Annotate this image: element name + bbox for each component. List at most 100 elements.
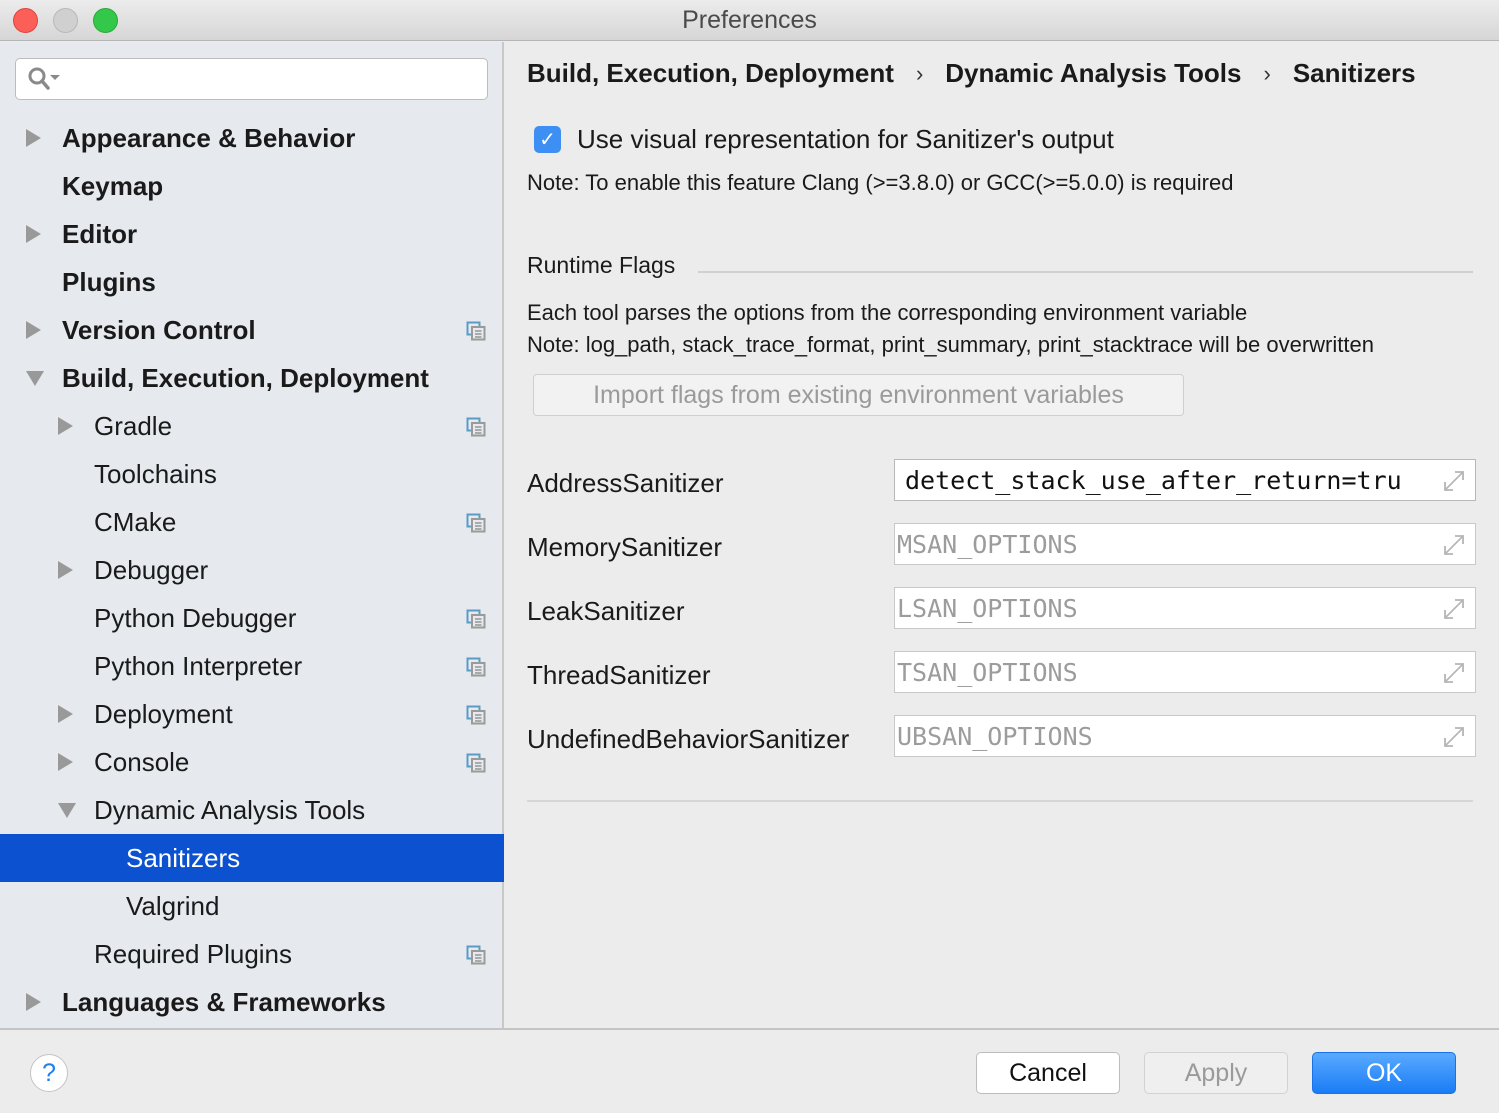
breadcrumb-item: Build, Execution, Deployment bbox=[527, 58, 894, 88]
ok-button[interactable]: OK bbox=[1312, 1052, 1456, 1094]
sidebar-item-label: Appearance & Behavior bbox=[62, 122, 356, 153]
expand-icon[interactable] bbox=[1441, 724, 1467, 750]
runtime-flags-title: Runtime Flags bbox=[527, 252, 676, 278]
project-settings-icon bbox=[466, 609, 486, 629]
collapsed-arrow-icon[interactable] bbox=[58, 705, 73, 723]
sidebar-item-label: Languages & Frameworks bbox=[62, 986, 386, 1017]
sidebar-item-label: Toolchains bbox=[94, 458, 217, 489]
undefinedbehaviorsanitizer-options-field[interactable] bbox=[894, 715, 1476, 757]
leaksanitizer-label: LeakSanitizer bbox=[527, 596, 685, 626]
project-settings-icon bbox=[466, 513, 486, 533]
project-settings-icon bbox=[466, 753, 486, 773]
compiler-requirement-note: Note: To enable this feature Clang (>=3.… bbox=[527, 170, 1234, 195]
breadcrumb-separator: › bbox=[915, 60, 924, 86]
sidebar-item-required-plugins[interactable]: Required Plugins bbox=[0, 930, 504, 978]
memorysanitizer-options-field[interactable] bbox=[894, 523, 1476, 565]
threadsanitizer-options-field[interactable] bbox=[894, 651, 1476, 693]
search-icon[interactable] bbox=[26, 65, 62, 93]
sidebar-item-label: Sanitizers bbox=[126, 842, 241, 873]
expand-icon[interactable] bbox=[1441, 532, 1467, 558]
sidebar-item-label: Python Debugger bbox=[94, 602, 297, 633]
breadcrumb-separator: › bbox=[1263, 60, 1271, 86]
settings-tree: Appearance & Behavior Keymap Editor Plugins… bbox=[0, 114, 504, 1026]
leaksanitizer-options-field[interactable] bbox=[894, 587, 1476, 629]
sidebar-item-label: Keymap bbox=[62, 170, 164, 201]
undefinedbehaviorsanitizer-label: UndefinedBehaviorSanitizer bbox=[527, 724, 850, 754]
help-button[interactable]: ? bbox=[30, 1054, 68, 1092]
breadcrumb: Build, Execution, Deployment › Dynamic A… bbox=[527, 58, 1416, 89]
breadcrumb-item: Dynamic Analysis Tools bbox=[945, 58, 1242, 88]
leaksanitizer-options-input[interactable] bbox=[897, 588, 1435, 628]
addresssanitizer-options-field[interactable] bbox=[894, 459, 1476, 501]
collapsed-arrow-icon[interactable] bbox=[26, 993, 41, 1011]
sidebar-item-build-execution-deployment[interactable]: Build, Execution, Deployment bbox=[0, 354, 504, 402]
expanded-arrow-icon[interactable] bbox=[58, 803, 76, 818]
sidebar-item-valgrind[interactable]: Valgrind bbox=[0, 882, 504, 930]
collapsed-arrow-icon[interactable] bbox=[26, 225, 41, 243]
apply-button[interactable]: Apply bbox=[1144, 1052, 1288, 1094]
project-settings-icon bbox=[466, 321, 486, 341]
memorysanitizer-options-input[interactable] bbox=[897, 524, 1435, 564]
collapsed-arrow-icon[interactable] bbox=[58, 417, 73, 435]
visual-representation-option[interactable]: ✓ Use visual representation for Sanitize… bbox=[534, 124, 1114, 155]
sidebar-item-label: Version Control bbox=[62, 314, 256, 345]
sidebar-item-sanitizers[interactable]: Sanitizers bbox=[0, 834, 504, 882]
visual-representation-checkbox[interactable]: ✓ bbox=[534, 126, 561, 153]
undefinedbehaviorsanitizer-options-input[interactable] bbox=[897, 716, 1435, 756]
settings-content: Build, Execution, Deployment › Dynamic A… bbox=[506, 42, 1499, 1028]
sidebar-item-label: Valgrind bbox=[126, 890, 220, 921]
sidebar-item-debugger[interactable]: Debugger bbox=[0, 546, 504, 594]
sidebar-item-languages-frameworks[interactable]: Languages & Frameworks bbox=[0, 978, 504, 1026]
expand-icon[interactable] bbox=[1441, 468, 1467, 494]
expand-icon[interactable] bbox=[1441, 660, 1467, 686]
sidebar-item-python-debugger[interactable]: Python Debugger bbox=[0, 594, 504, 642]
runtime-flags-description: Each tool parses the options from the co… bbox=[527, 300, 1248, 325]
sidebar-item-label: Editor bbox=[62, 218, 138, 249]
visual-representation-label[interactable]: Use visual representation for Sanitizer'… bbox=[577, 124, 1114, 155]
import-flags-button[interactable]: Import flags from existing environment v… bbox=[533, 374, 1184, 416]
sidebar-item-keymap[interactable]: Keymap bbox=[0, 162, 504, 210]
window-title: Preferences bbox=[682, 6, 817, 34]
sidebar-item-label: Debugger bbox=[94, 554, 209, 585]
section-divider bbox=[698, 271, 1473, 273]
sidebar-item-cmake[interactable]: CMake bbox=[0, 498, 504, 546]
runtime-flags-note: Note: log_path, stack_trace_format, prin… bbox=[527, 332, 1374, 357]
title-bar: Preferences bbox=[0, 0, 1499, 41]
collapsed-arrow-icon[interactable] bbox=[58, 753, 73, 771]
expanded-arrow-icon[interactable] bbox=[26, 371, 44, 386]
addresssanitizer-options-input[interactable] bbox=[897, 460, 1435, 500]
collapsed-arrow-icon[interactable] bbox=[26, 321, 41, 339]
collapsed-arrow-icon[interactable] bbox=[26, 129, 41, 147]
settings-search-input[interactable] bbox=[76, 65, 477, 93]
memorysanitizer-label: MemorySanitizer bbox=[527, 532, 723, 562]
settings-search[interactable] bbox=[15, 58, 488, 100]
project-settings-icon bbox=[466, 945, 486, 965]
content-divider bbox=[527, 800, 1473, 802]
sidebar-item-gradle[interactable]: Gradle bbox=[0, 402, 504, 450]
threadsanitizer-options-input[interactable] bbox=[897, 652, 1435, 692]
sidebar-item-label: Required Plugins bbox=[94, 938, 293, 969]
sidebar-item-label: Dynamic Analysis Tools bbox=[94, 794, 366, 825]
sidebar-item-dynamic-analysis-tools[interactable]: Dynamic Analysis Tools bbox=[0, 786, 504, 834]
sidebar-item-editor[interactable]: Editor bbox=[0, 210, 504, 258]
sidebar-item-label: Console bbox=[94, 746, 190, 777]
sidebar-item-plugins[interactable]: Plugins bbox=[0, 258, 504, 306]
collapsed-arrow-icon[interactable] bbox=[58, 561, 73, 579]
cancel-button[interactable]: Cancel bbox=[976, 1052, 1120, 1094]
checkmark-icon: ✓ bbox=[539, 129, 556, 151]
sidebar-item-python-interpreter[interactable]: Python Interpreter bbox=[0, 642, 504, 690]
settings-sidebar: Appearance & Behavior Keymap Editor Plugins… bbox=[0, 42, 504, 1028]
sidebar-item-deployment[interactable]: Deployment bbox=[0, 690, 504, 738]
project-settings-icon bbox=[466, 657, 486, 677]
sidebar-item-label: Gradle bbox=[94, 410, 173, 441]
sidebar-item-label: Build, Execution, Deployment bbox=[62, 362, 429, 393]
expand-icon[interactable] bbox=[1441, 596, 1467, 622]
sidebar-item-toolchains[interactable]: Toolchains bbox=[0, 450, 504, 498]
addresssanitizer-label: AddressSanitizer bbox=[527, 468, 724, 498]
sidebar-item-version-control[interactable]: Version Control bbox=[0, 306, 504, 354]
sidebar-item-console[interactable]: Console bbox=[0, 738, 504, 786]
dialog-footer: ? Cancel Apply OK bbox=[0, 1028, 1499, 1113]
sidebar-item-appearance-behavior[interactable]: Appearance & Behavior bbox=[0, 114, 504, 162]
project-settings-icon bbox=[466, 417, 486, 437]
threadsanitizer-label: ThreadSanitizer bbox=[527, 660, 711, 690]
